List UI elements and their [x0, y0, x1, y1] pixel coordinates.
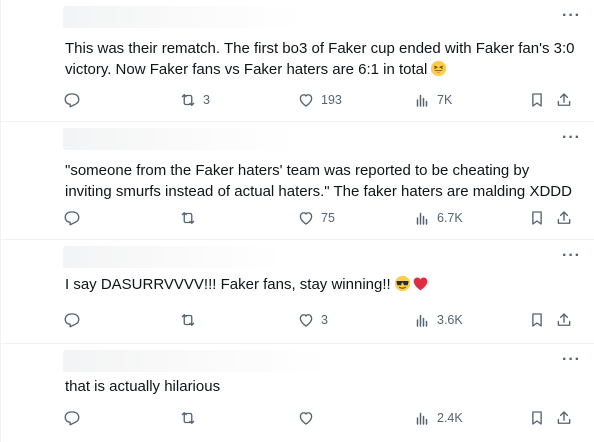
repost-icon	[181, 412, 195, 424]
analytics-icon	[416, 94, 428, 107]
author-header-redacted	[63, 350, 333, 372]
repost-count: 3	[203, 93, 210, 107]
heart-icon	[299, 212, 313, 225]
repost-button[interactable]	[179, 208, 203, 228]
share-icon	[557, 93, 571, 106]
reply-tweet[interactable]: ··· "someone from the Faker haters' team…	[1, 122, 594, 240]
view-count: 3.6K	[437, 313, 463, 327]
like-button[interactable]	[297, 408, 321, 428]
reply-tweet[interactable]: ··· I say DASURRVVVV!!! Faker fans, stay…	[1, 240, 594, 344]
tweet-text: This was their rematch. The first bo3 of…	[65, 38, 577, 83]
heart-icon	[299, 412, 313, 425]
like-button[interactable]: 193	[297, 90, 342, 110]
reply-button[interactable]	[63, 208, 87, 228]
bookmark-icon	[532, 313, 542, 327]
share-icon	[557, 411, 571, 424]
tweet-text: "someone from the Faker haters' team was…	[65, 162, 572, 200]
tweet-actions: 75 6.7K	[63, 208, 581, 228]
reply-tweet[interactable]: ··· that is actually hilarious 2.4K	[1, 344, 594, 442]
more-options-icon[interactable]: ···	[562, 352, 581, 368]
reply-button[interactable]	[63, 90, 87, 110]
share-icon	[557, 211, 571, 224]
heart-icon	[299, 94, 313, 107]
reply-icon	[64, 411, 80, 426]
analytics-icon	[416, 314, 428, 327]
more-options-icon[interactable]: ···	[562, 130, 581, 146]
view-count: 7K	[437, 93, 453, 107]
more-options-icon[interactable]: ···	[562, 248, 581, 264]
share-button[interactable]	[555, 310, 573, 330]
repost-button[interactable]	[179, 408, 203, 428]
reply-icon	[64, 313, 80, 328]
heart-icon	[299, 314, 313, 327]
bookmark-button[interactable]	[528, 310, 546, 330]
more-options-icon[interactable]: ···	[562, 8, 581, 24]
sunglasses-face-icon	[394, 275, 411, 298]
like-count: 75	[321, 211, 335, 225]
bookmark-icon	[532, 411, 542, 425]
avatar[interactable]	[3, 240, 53, 290]
like-button[interactable]: 3	[297, 310, 328, 330]
repost-button[interactable]	[179, 310, 203, 330]
like-count: 193	[321, 93, 342, 107]
repost-icon	[181, 212, 195, 224]
view-count: 6.7K	[437, 211, 463, 225]
views-button[interactable]: 6.7K	[413, 208, 463, 228]
bookmark-icon	[532, 211, 542, 225]
tweet-actions: 3 3.6K	[63, 310, 581, 330]
reply-tweet[interactable]: ··· This was their rematch. The first bo…	[1, 0, 594, 122]
reply-button[interactable]	[63, 408, 87, 428]
bookmark-icon	[532, 93, 542, 107]
share-button[interactable]	[555, 408, 573, 428]
grinning-squinting-face-icon	[430, 60, 447, 83]
views-button[interactable]: 7K	[413, 90, 452, 110]
analytics-icon	[416, 212, 428, 225]
bookmark-button[interactable]	[528, 90, 546, 110]
reply-icon	[64, 93, 80, 108]
author-header-redacted	[63, 6, 303, 28]
avatar[interactable]	[3, 122, 53, 172]
bookmark-button[interactable]	[528, 408, 546, 428]
repost-icon	[181, 94, 195, 106]
views-button[interactable]: 2.4K	[413, 408, 463, 428]
tweet-text: I say DASURRVVVV!!! Faker fans, stay win…	[65, 274, 577, 298]
reply-button[interactable]	[63, 310, 87, 330]
replies-thread: ··· This was their rematch. The first bo…	[0, 0, 594, 442]
author-header-redacted	[63, 128, 295, 150]
tweet-text: that is actually hilarious	[65, 378, 221, 395]
reply-icon	[64, 211, 80, 226]
share-icon	[557, 313, 571, 326]
like-count: 3	[321, 313, 328, 327]
tweet-actions: 2.4K	[63, 408, 581, 428]
avatar[interactable]	[3, 0, 53, 50]
like-button[interactable]: 75	[297, 208, 335, 228]
bookmark-button[interactable]	[528, 208, 546, 228]
author-header-redacted	[63, 246, 285, 268]
repost-icon	[181, 314, 195, 326]
views-button[interactable]: 3.6K	[413, 310, 463, 330]
repost-button[interactable]: 3	[179, 90, 210, 110]
view-count: 2.4K	[437, 411, 463, 425]
red-heart-icon	[412, 275, 429, 298]
avatar[interactable]	[3, 344, 53, 394]
share-button[interactable]	[555, 208, 573, 228]
tweet-actions: 3 193 7K	[63, 90, 581, 110]
analytics-icon	[416, 412, 428, 425]
share-button[interactable]	[555, 90, 573, 110]
